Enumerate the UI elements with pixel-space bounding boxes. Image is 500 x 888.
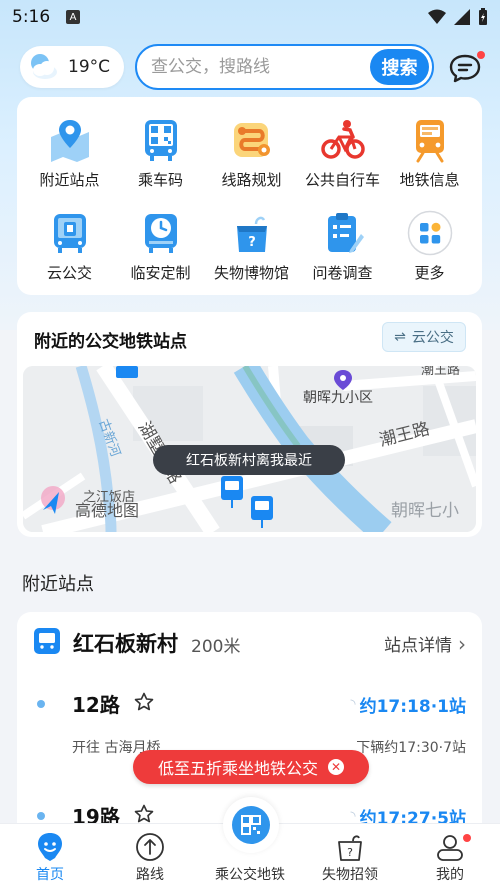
promo-text: 低至五折乘坐地铁公交	[157, 759, 318, 778]
cloudy-weather-icon	[31, 54, 57, 79]
grid-label: 附近站点	[39, 171, 100, 189]
star-favorite-icon[interactable]	[134, 692, 154, 712]
nav-label: 乘公交地铁	[215, 867, 285, 883]
grid-item-route-planning[interactable]: 线路规划	[205, 117, 298, 190]
bus-stop-marker[interactable]	[116, 366, 138, 378]
nav-label: 我的	[436, 867, 464, 883]
metro-train-icon	[415, 120, 444, 163]
route-eta-text: 约17:18·1站	[359, 697, 466, 717]
route-name: 12路	[72, 693, 120, 717]
map-label-area1: 朝晖九小区	[303, 390, 373, 406]
station-distance: 200米	[191, 637, 241, 657]
grid-item-public-bike[interactable]: 公共自行车	[296, 117, 389, 190]
realtime-signal-icon: ◝	[350, 809, 356, 824]
lost-found-box-icon: ?	[338, 835, 362, 861]
ride-qr-fab[interactable]	[223, 797, 279, 853]
grid-label: 云公交	[46, 264, 92, 282]
lost-item-box-icon: ?	[236, 216, 267, 252]
search-bar: 搜索	[135, 44, 434, 90]
map-card-title: 附近的公交地铁站点	[34, 332, 187, 352]
home-smile-icon	[38, 833, 62, 861]
survey-clipboard-icon	[327, 213, 364, 253]
grid-item-nearby-stations[interactable]: 附近站点	[23, 117, 116, 190]
profile-unread-dot	[463, 834, 471, 842]
nearby-map-card: 附近的公交地铁站点 ⇌ 云公交 朝晖九小区 潮王路 朝晖七小 湖墅南路	[17, 312, 482, 537]
custom-clock-bus-icon	[144, 214, 177, 253]
svg-text:?: ?	[347, 846, 353, 859]
wifi-icon	[428, 9, 446, 24]
realtime-signal-icon: ◝	[350, 697, 356, 712]
grid-item-linan-custom[interactable]: 临安定制	[114, 210, 207, 283]
nav-profile[interactable]: 我的	[400, 824, 500, 888]
grid-label: 地铁信息	[399, 171, 460, 189]
station-name: 红石板新村	[73, 632, 178, 656]
grid-label: 线路规划	[221, 171, 282, 189]
station-header[interactable]: 红石板新村 200米 站点详情 ›	[17, 612, 482, 670]
search-input[interactable]	[137, 57, 370, 77]
grid-label: 问卷调查	[312, 264, 373, 282]
nav-routes[interactable]: 路线	[100, 824, 200, 888]
grid-item-more[interactable]: 更多	[383, 210, 476, 283]
grid-item-metro-info[interactable]: 地铁信息	[383, 117, 476, 190]
station-detail-link[interactable]: 站点详情 ›	[384, 631, 466, 657]
bus-qr-code-icon	[144, 120, 177, 161]
message-unread-dot	[477, 51, 485, 59]
nav-label: 失物招领	[322, 867, 378, 883]
grid-label: 失物博物馆	[213, 264, 289, 282]
nav-lost-found[interactable]: ? 失物招领	[300, 824, 400, 888]
quick-actions-grid: 附近站点 乘车码 线路规划 公共自行车 地铁信息 云公交 临安定制 ? 失物博物…	[17, 97, 482, 295]
nav-label: 首页	[36, 867, 64, 883]
route-plan-icon	[233, 123, 270, 157]
header-row: 19°C 搜索	[0, 42, 500, 92]
nearby-stations-heading: 附近站点	[22, 574, 94, 595]
map-logo-text: 高德地图	[75, 501, 139, 520]
star-favorite-icon[interactable]	[134, 804, 154, 824]
route-next-bus: 下辆约17:30·7站	[356, 740, 466, 756]
cloud-bus-chip[interactable]: ⇌ 云公交	[382, 322, 466, 352]
profile-icon	[437, 835, 463, 861]
qr-scan-icon	[232, 806, 270, 844]
temperature-text: 19°C	[68, 57, 111, 77]
metro-discount-promo[interactable]: 低至五折乘坐地铁公交 ✕	[133, 750, 369, 784]
signal-icon	[454, 9, 470, 25]
station-detail-label: 站点详情	[384, 636, 452, 656]
close-icon[interactable]: ✕	[328, 759, 344, 775]
swap-arrows-icon: ⇌	[394, 329, 406, 345]
nav-label: 路线	[136, 867, 164, 883]
notification-badge-icon: A	[66, 10, 80, 24]
bicycle-icon	[320, 120, 365, 159]
bus-stop-icon	[34, 628, 60, 654]
map-label-top-right: 潮王路	[421, 366, 460, 378]
grid-item-lost-items-museum[interactable]: ? 失物博物馆	[205, 210, 298, 283]
grid-label: 临安定制	[130, 264, 191, 282]
search-button[interactable]: 搜索	[370, 49, 429, 85]
grid-label: 乘车码	[137, 171, 183, 189]
nav-home[interactable]: 首页	[0, 824, 100, 888]
location-pin-map-icon	[50, 120, 89, 162]
grid-label: 公共自行车	[304, 171, 380, 189]
battery-icon	[479, 8, 487, 25]
map-label-area2: 朝晖七小	[391, 501, 459, 521]
grid-label: 更多	[414, 264, 445, 282]
svg-text:?: ?	[248, 235, 256, 250]
route-dot-icon	[37, 812, 45, 820]
more-apps-icon	[407, 210, 452, 256]
message-button[interactable]	[446, 50, 485, 88]
route-eta: ◝ 约17:18·1站	[351, 692, 466, 717]
cloud-chip-label: 云公交	[411, 330, 454, 346]
grid-item-cloud-bus[interactable]: 云公交	[23, 210, 116, 283]
chevron-right-icon: ›	[458, 631, 466, 656]
nearest-station-tooltip[interactable]: 红石板新村离我最近	[153, 445, 345, 475]
nearby-map[interactable]: 朝晖九小区 潮王路 朝晖七小 湖墅南路 古新河 潮王路 之江饭店 高德地图	[23, 366, 476, 532]
route-dot-icon	[37, 700, 45, 708]
status-bar: 5:16 A	[0, 0, 500, 34]
grid-item-ride-code[interactable]: 乘车码	[114, 117, 207, 190]
route-compass-icon	[136, 833, 164, 861]
grid-item-survey[interactable]: 问卷调查	[296, 210, 389, 283]
cloud-bus-icon	[53, 214, 86, 253]
weather-widget[interactable]: 19°C	[20, 46, 124, 88]
status-time: 5:16	[12, 7, 51, 27]
